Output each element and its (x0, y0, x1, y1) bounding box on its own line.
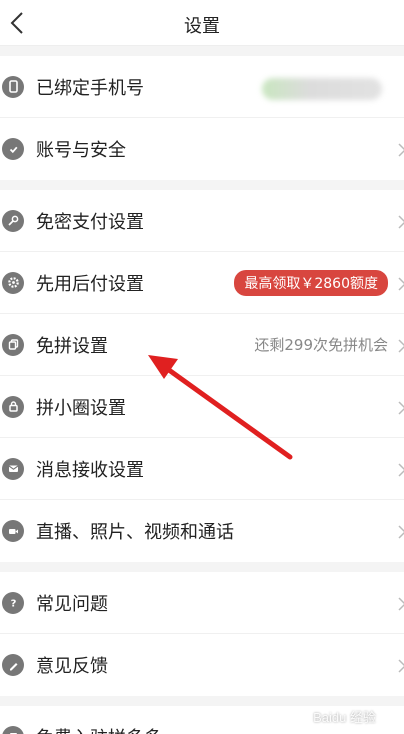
settings-item-label: 免拼设置 (36, 335, 108, 357)
page-title: 设置 (184, 16, 220, 37)
store-icon (2, 726, 24, 734)
mail-icon (2, 457, 24, 480)
chevron-right-icon (398, 214, 404, 229)
settings-item-circle[interactable]: 拼小圈设置 (0, 376, 404, 438)
chevron-right-icon (398, 658, 404, 673)
settings-item-label: 先用后付设置 (36, 273, 144, 295)
svg-text:?: ? (10, 599, 16, 610)
gear-icon (2, 271, 24, 294)
settings-item-label: 常见问题 (36, 593, 108, 615)
settings-item-live-media-calls[interactable]: 直播、照片、视频和通话 (0, 500, 404, 562)
settings-item-notifications[interactable]: 消息接收设置 (0, 438, 404, 500)
chevron-right-icon (398, 276, 404, 291)
settings-item-label: 已绑定手机号 (36, 77, 144, 99)
settings-group-account: 已绑定手机号 账号与安全 (0, 56, 404, 180)
video-icon (2, 520, 24, 542)
settings-item-password-free-pay[interactable]: 免密支付设置 (0, 190, 404, 252)
chevron-right-icon (398, 596, 404, 611)
quota-badge: 最高领取￥2860额度 (234, 269, 388, 296)
settings-item-group-free[interactable]: 免拼设置 还剩299次免拼机会 (0, 314, 404, 376)
chevron-right-icon (398, 462, 404, 477)
question-icon: ? (2, 591, 24, 614)
phone-icon (2, 75, 24, 98)
settings-item-label: 免费入驻拼多多 (36, 724, 162, 734)
phone-value-blurred (262, 56, 382, 117)
watermark-text: Baidu 经验 (313, 710, 376, 725)
settings-item-feedback[interactable]: 意见反馈 (0, 634, 404, 696)
lock-icon (2, 395, 24, 418)
chevron-right-icon (398, 142, 404, 157)
settings-item-phone[interactable]: 已绑定手机号 (0, 56, 404, 118)
shield-icon (2, 138, 24, 160)
settings-item-label: 拼小圈设置 (36, 397, 126, 419)
settings-item-label: 意见反馈 (36, 656, 108, 677)
settings-item-label: 账号与安全 (36, 140, 126, 161)
settings-item-label: 免密支付设置 (36, 211, 144, 233)
settings-item-label: 消息接收设置 (36, 459, 144, 481)
settings-group-help: ? 常见问题 意见反馈 (0, 572, 404, 696)
settings-item-pay-later[interactable]: 先用后付设置 最高领取￥2860额度 (0, 252, 404, 314)
group-free-hint-wrap: 还剩299次免拼机会 (254, 314, 388, 375)
copy-icon (2, 333, 24, 356)
chevron-right-icon (398, 338, 404, 353)
settings-item-faq[interactable]: ? 常见问题 (0, 572, 404, 634)
header: 设置 (0, 0, 404, 46)
pay-later-badge-wrap: 最高领取￥2860额度 (234, 252, 388, 313)
chevron-right-icon (398, 524, 404, 539)
settings-item-label: 直播、照片、视频和通话 (36, 522, 234, 543)
group-free-remaining-hint: 还剩299次免拼机会 (254, 336, 388, 354)
settings-item-account-security[interactable]: 账号与安全 (0, 118, 404, 180)
chevron-right-icon (398, 400, 404, 415)
pen-icon (2, 654, 24, 676)
key-icon (2, 209, 24, 232)
settings-group-features: 免密支付设置 先用后付设置 最高领取￥2860额度 免拼设置 还剩299次免拼机… (0, 190, 404, 562)
